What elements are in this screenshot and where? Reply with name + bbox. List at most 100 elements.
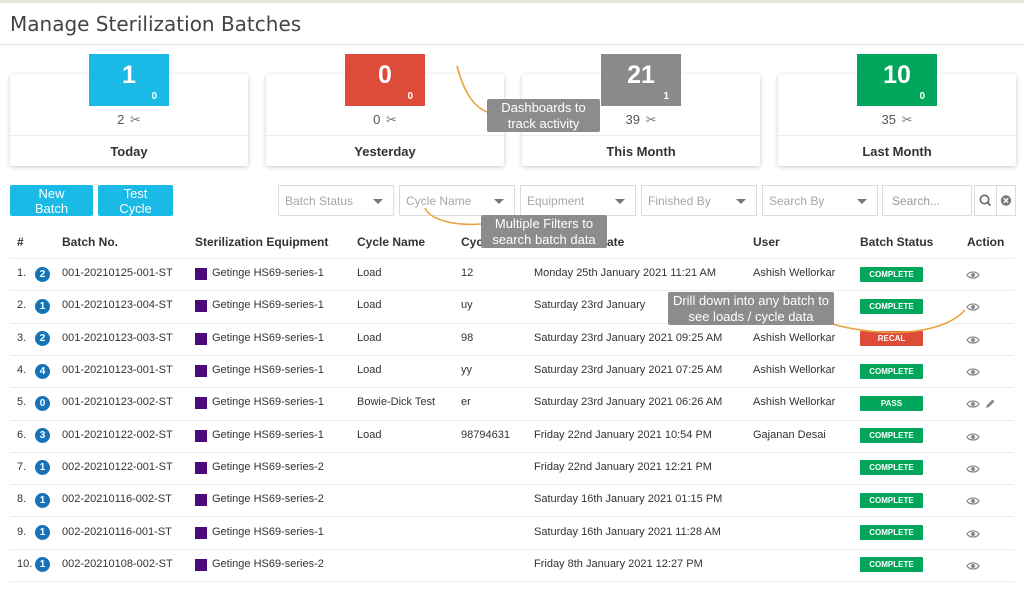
- finished-by-filter[interactable]: Finished By: [641, 185, 757, 216]
- chevron-down-icon: [615, 199, 625, 204]
- row-divider: [10, 451, 1014, 453]
- stat-label: This Month: [606, 144, 676, 159]
- cycle-name: Load: [357, 428, 382, 441]
- batch-number: 001-20210123-002-ST: [62, 396, 173, 409]
- stat-subcount: 0: [151, 91, 157, 102]
- column-header-number: #: [17, 235, 24, 249]
- finished-date: Monday 25th January 2021 11:21 AM: [534, 267, 717, 280]
- row-index: 8.: [17, 493, 27, 506]
- search-input[interactable]: Search...: [882, 185, 972, 216]
- search-by-filter[interactable]: Search By: [762, 185, 878, 216]
- test-cycle-button[interactable]: Test Cycle: [98, 185, 173, 216]
- stat-count-badge: 21 1: [601, 54, 681, 106]
- stat-loads-value: 0: [373, 112, 381, 127]
- eye-icon[interactable]: [966, 527, 980, 539]
- row-index: 6.: [17, 428, 27, 441]
- finished-date: Saturday 23rd January 2021 09:25 AM: [534, 331, 723, 344]
- chevron-down-icon: [736, 199, 746, 204]
- load-count-badge[interactable]: 4: [35, 363, 50, 379]
- load-count-badge[interactable]: 2: [35, 331, 50, 347]
- row-index: 3.: [17, 331, 27, 344]
- status-badge: COMPLETE: [860, 460, 923, 476]
- equipment-name: Getinge HS69-series-1: [212, 364, 324, 377]
- cycle-number: 12: [461, 267, 474, 280]
- cycle-name: Load: [357, 267, 382, 280]
- finished-date: Saturday 23rd January: [534, 299, 646, 312]
- stat-card-yesterday[interactable]: 0 0 0 ✂ Yesterday: [266, 54, 504, 166]
- equipment-color-swatch: [195, 558, 207, 571]
- row-divider: [10, 322, 1014, 324]
- user-name: Ashish Wellorkar: [753, 396, 836, 409]
- stat-count: 21: [627, 61, 655, 89]
- equipment-name: Getinge HS69-series-1: [212, 428, 324, 441]
- cycle-name: Bowie-Dick Test: [357, 396, 436, 409]
- load-count-badge[interactable]: 0: [35, 395, 50, 411]
- pencil-icon[interactable]: [984, 397, 996, 409]
- batch-number: 002-20210116-002-ST: [62, 493, 172, 506]
- row-divider: [10, 290, 1014, 292]
- clear-search-button[interactable]: [996, 185, 1016, 216]
- eye-icon[interactable]: [966, 462, 980, 474]
- filter-label: Finished By: [648, 194, 711, 208]
- load-count-badge[interactable]: 3: [35, 428, 50, 444]
- stat-loads-value: 35: [881, 112, 896, 127]
- row-index: 5.: [17, 396, 27, 409]
- row-divider: [10, 516, 1014, 518]
- equipment-filter[interactable]: Equipment: [520, 185, 636, 216]
- equipment-name: Getinge HS69-series-1: [212, 331, 324, 344]
- user-name: Gajanan Desai: [753, 428, 826, 441]
- filters-callout: Multiple Filters to search batch data: [481, 215, 607, 248]
- search-icon: [979, 194, 992, 207]
- eye-icon[interactable]: [966, 430, 980, 442]
- status-badge: COMPLETE: [860, 492, 923, 508]
- load-count-badge[interactable]: 1: [35, 460, 50, 476]
- stat-divider: [522, 135, 760, 136]
- stat-card-today[interactable]: 1 0 2 ✂ Today: [10, 54, 248, 166]
- eye-icon[interactable]: [966, 559, 980, 571]
- batch-number: 001-20210123-004-ST: [62, 299, 173, 312]
- cycle-name-filter[interactable]: Cycle Name: [399, 185, 515, 216]
- eye-icon[interactable]: [966, 300, 980, 312]
- cycle-number: uy: [461, 299, 473, 312]
- row-divider: [10, 581, 1014, 582]
- eye-icon[interactable]: [966, 365, 980, 377]
- filter-label: Search By: [769, 194, 825, 208]
- eye-icon[interactable]: [966, 268, 980, 280]
- row-index: 9.: [17, 525, 27, 538]
- new-batch-button[interactable]: New Batch: [10, 185, 93, 216]
- equipment-color-swatch: [195, 429, 207, 442]
- status-badge: COMPLETE: [860, 525, 923, 541]
- column-header-cycle[interactable]: Cyc: [461, 235, 483, 249]
- eye-icon[interactable]: [966, 333, 980, 345]
- column-header-batch-status[interactable]: Batch Status: [860, 235, 933, 249]
- stat-subcount: 0: [919, 91, 925, 102]
- search-button[interactable]: [974, 185, 997, 216]
- load-count-badge[interactable]: 1: [35, 557, 50, 573]
- finished-date: Saturday 16th January 2021 01:15 PM: [534, 493, 723, 506]
- stat-loads-value: 2: [117, 112, 125, 127]
- close-circle-icon: [1000, 195, 1012, 206]
- batch-number: 002-20210116-001-ST: [62, 525, 172, 538]
- equipment-name: Getinge HS69-series-1: [212, 396, 324, 409]
- cycle-number: 98794631: [461, 428, 510, 441]
- eye-icon[interactable]: [966, 494, 980, 506]
- drilldown-callout: Drill down into any batch to see loads /…: [668, 292, 834, 325]
- eye-icon[interactable]: [966, 397, 980, 409]
- equipment-color-swatch: [195, 268, 207, 281]
- load-count-badge[interactable]: 1: [35, 298, 50, 314]
- column-header-batch-no[interactable]: Batch No.: [62, 235, 118, 249]
- stat-card-last-month[interactable]: 10 0 35 ✂ Last Month: [778, 54, 1016, 166]
- column-header-equipment[interactable]: Sterilization Equipment: [195, 235, 328, 249]
- equipment-name: Getinge HS69-series-2: [212, 460, 324, 473]
- column-header-user[interactable]: User: [753, 235, 780, 249]
- header-divider: [10, 258, 1014, 259]
- load-count-badge[interactable]: 2: [35, 266, 50, 282]
- status-badge: COMPLETE: [860, 428, 923, 444]
- equipment-color-swatch: [195, 397, 207, 410]
- load-count-badge[interactable]: 1: [35, 525, 50, 541]
- equipment-color-swatch: [195, 494, 207, 507]
- load-count-badge[interactable]: 1: [35, 492, 50, 508]
- column-header-date[interactable]: ate: [607, 235, 624, 249]
- column-header-cycle-name[interactable]: Cycle Name: [357, 235, 425, 249]
- batch-status-filter[interactable]: Batch Status: [278, 185, 394, 216]
